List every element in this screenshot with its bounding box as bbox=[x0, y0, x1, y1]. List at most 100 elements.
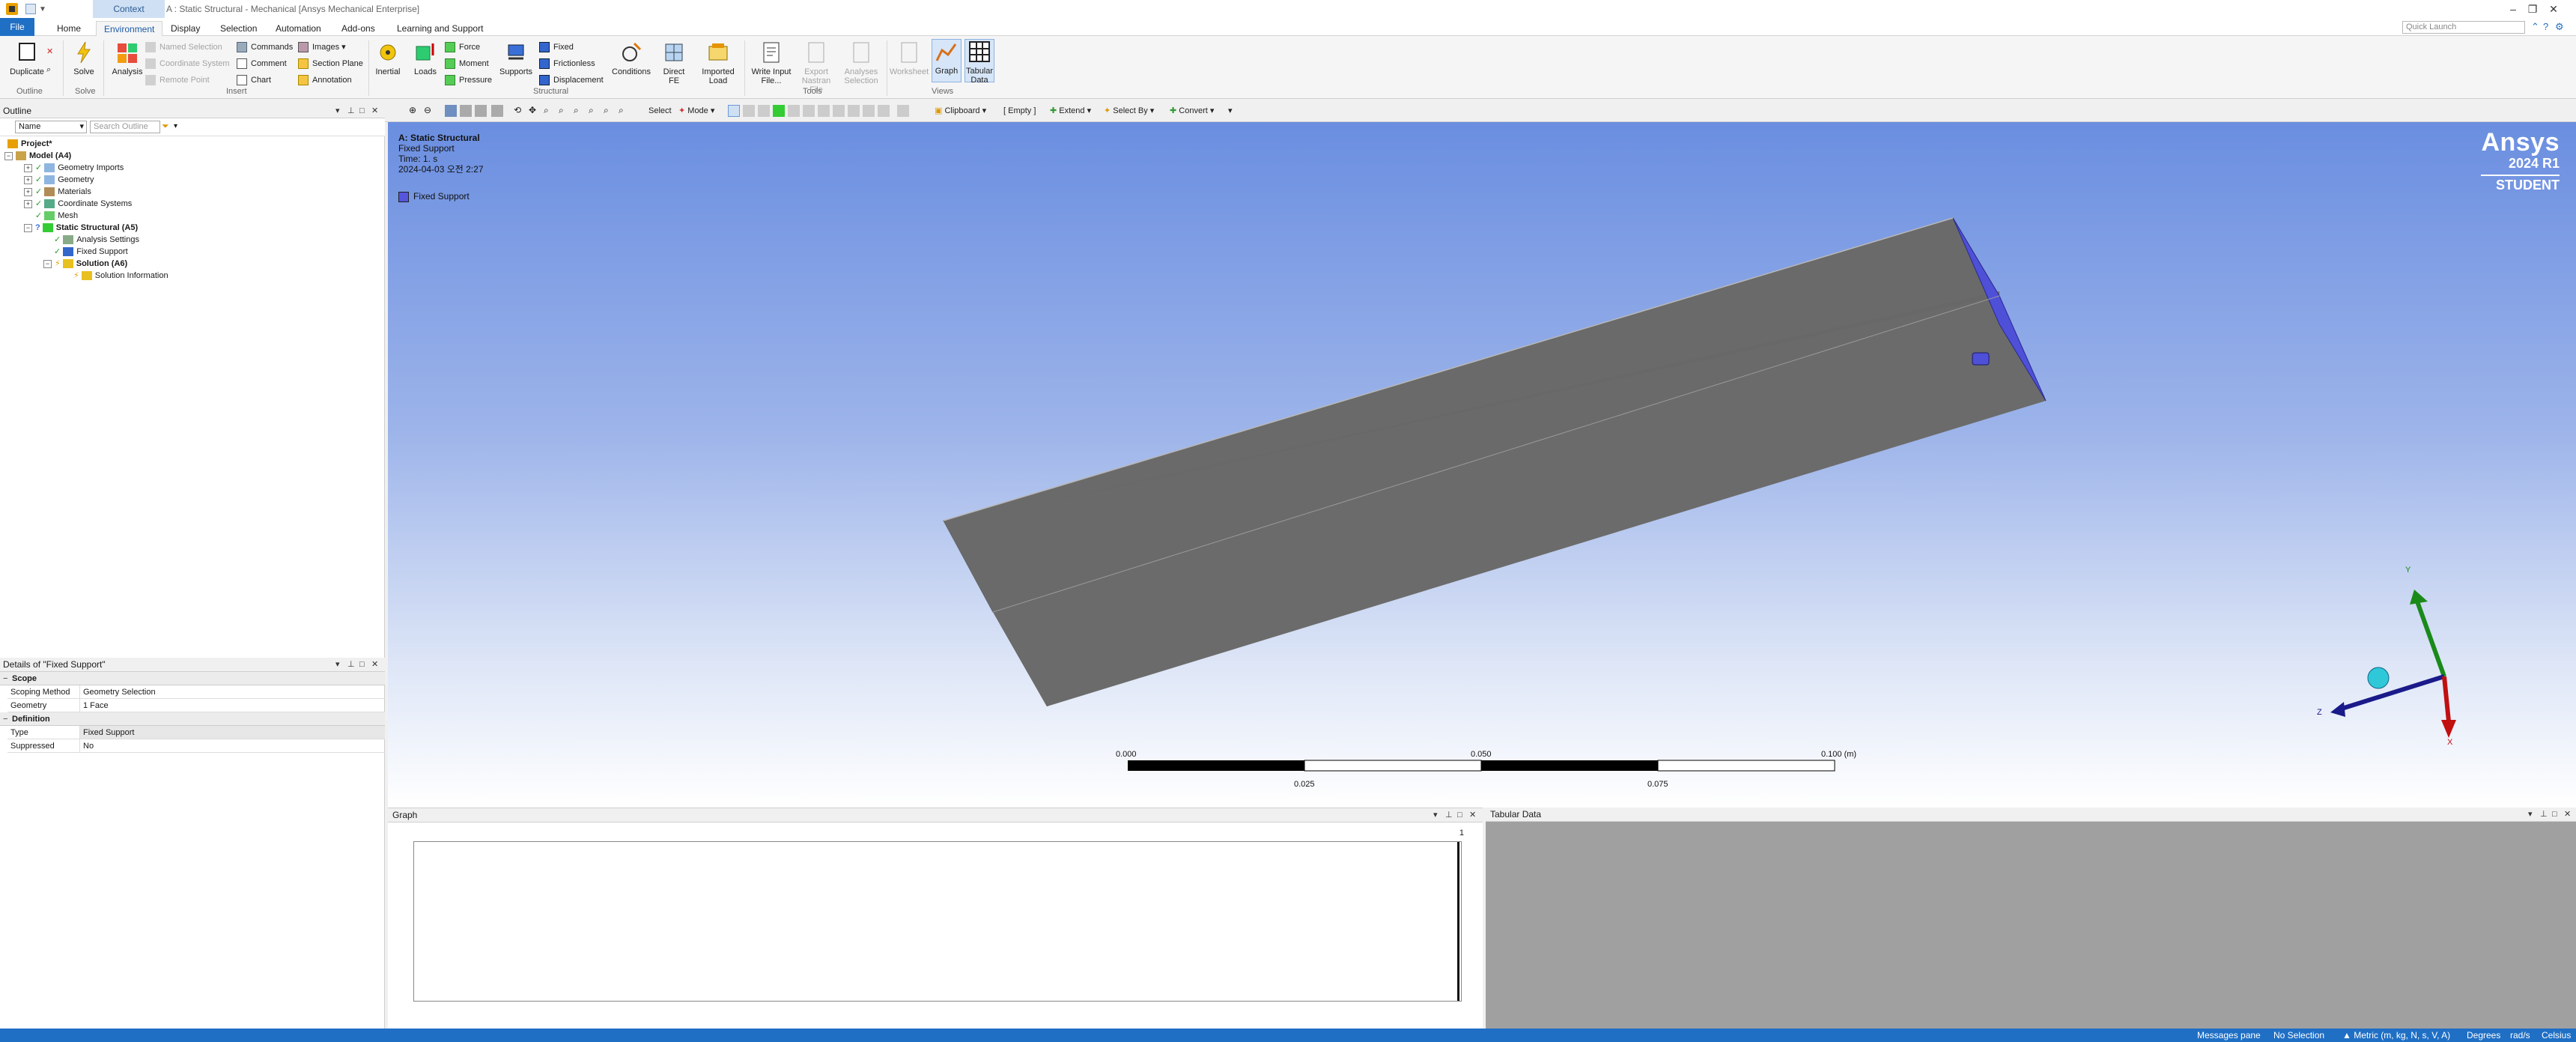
select-by-dropdown[interactable]: ✦ Select By ▾ bbox=[1104, 105, 1154, 117]
zoom-icon[interactable]: ⌕ bbox=[544, 105, 556, 117]
messages-pane-status[interactable]: Messages pane bbox=[2197, 1029, 2261, 1042]
select-element-face-icon[interactable] bbox=[818, 105, 830, 117]
outline-search-input[interactable]: Search Outline bbox=[90, 121, 160, 133]
tree-item-coordinate-systems[interactable]: + ✓ Coordinate Systems bbox=[24, 198, 132, 210]
zoom-fit-icon[interactable]: ⌕ bbox=[574, 105, 586, 117]
tab-environment[interactable]: Environment bbox=[96, 21, 163, 36]
close-icon[interactable]: ✕ bbox=[1469, 808, 1476, 823]
select-mesh-icon[interactable] bbox=[833, 105, 845, 117]
zoom-window-icon[interactable]: ⌕ bbox=[604, 105, 616, 117]
select-element-icon[interactable] bbox=[803, 105, 815, 117]
duplicate-button[interactable]: Duplicate bbox=[4, 40, 49, 76]
chevron-up-icon[interactable]: ⌃ bbox=[2531, 21, 2539, 33]
select-icon[interactable] bbox=[848, 105, 860, 117]
delete-icon[interactable]: ✕ bbox=[46, 45, 53, 58]
magnifier-icon[interactable]: ⌕ bbox=[589, 105, 601, 117]
filter-type-select[interactable]: Name ▾ bbox=[15, 121, 87, 133]
find-icon[interactable]: ⌕ bbox=[46, 63, 51, 76]
rate-units-status[interactable]: rad/s bbox=[2510, 1029, 2530, 1042]
analyses-selection-button[interactable]: Analyses Selection bbox=[839, 40, 884, 85]
pin-icon[interactable]: ⊥ bbox=[2540, 808, 2548, 822]
help-icon[interactable]: ? bbox=[2543, 21, 2548, 32]
coordinate-system-button[interactable]: Coordinate System bbox=[145, 57, 230, 70]
conditions-button[interactable]: Conditions bbox=[608, 40, 654, 76]
pan-icon[interactable]: ✥ bbox=[529, 105, 541, 117]
tab-display[interactable]: Display bbox=[163, 21, 207, 36]
panel-menu-icon[interactable]: ▾ bbox=[335, 104, 340, 118]
filter-icon[interactable]: ⏷ bbox=[162, 121, 169, 132]
view-icon[interactable] bbox=[475, 105, 487, 117]
temperature-units-status[interactable]: Celsius bbox=[2542, 1029, 2571, 1042]
annotation-button[interactable]: Annotation bbox=[298, 73, 352, 87]
supports-button[interactable]: Supports bbox=[497, 40, 535, 76]
settings-icon[interactable]: ⚙ bbox=[2555, 21, 2564, 33]
pin-icon[interactable]: ⊥ bbox=[1445, 808, 1453, 823]
tree-item-analysis-settings[interactable]: ✓ Analysis Settings bbox=[54, 234, 139, 246]
pressure-button[interactable]: Pressure bbox=[445, 73, 492, 87]
loads-button[interactable]: Loads bbox=[410, 40, 440, 76]
solve-button[interactable]: Solve bbox=[67, 40, 100, 76]
convert-dropdown[interactable]: ✚ Convert ▾ bbox=[1170, 105, 1214, 117]
close-icon[interactable]: ✕ bbox=[371, 104, 378, 118]
tabular-data-button[interactable]: Tabular Data bbox=[965, 39, 994, 85]
tree-item-fixed-support[interactable]: ✓ Fixed Support bbox=[54, 246, 128, 258]
force-button[interactable]: Force bbox=[445, 40, 480, 54]
view-icon[interactable] bbox=[491, 105, 503, 117]
tab-learning-and-support[interactable]: Learning and Support bbox=[389, 21, 490, 36]
rotate-icon[interactable]: ⟲ bbox=[514, 105, 526, 117]
filter-dropdown-icon[interactable]: ▾ bbox=[174, 122, 177, 130]
view-icon[interactable] bbox=[445, 105, 457, 117]
definition-section[interactable]: Definition bbox=[0, 712, 385, 726]
select-face-icon[interactable] bbox=[728, 105, 740, 117]
quick-access-icon[interactable] bbox=[25, 4, 36, 14]
remote-point-button[interactable]: Remote Point bbox=[145, 73, 210, 87]
maximize-icon[interactable]: □ bbox=[359, 658, 365, 672]
zoom-out-icon[interactable]: ⊖ bbox=[424, 105, 436, 117]
tree-item-project[interactable]: Project* bbox=[7, 138, 52, 150]
imported-load-button[interactable]: Imported Load bbox=[695, 40, 741, 85]
graphics-viewport[interactable]: A: Static Structural Fixed Support Time:… bbox=[388, 122, 2576, 808]
tree-item-solution-information[interactable]: ⚡ Solution Information bbox=[73, 270, 168, 282]
geometry-row[interactable]: Geometry 1 Face bbox=[7, 699, 385, 712]
maximize-icon[interactable]: □ bbox=[1457, 808, 1462, 823]
fixed-button[interactable]: Fixed bbox=[539, 40, 574, 54]
tree-item-static-structural[interactable]: −? Static Structural (A5) bbox=[24, 222, 138, 234]
scoping-method-row[interactable]: Scoping Method Geometry Selection bbox=[7, 685, 385, 699]
images-button[interactable]: Images ▾ bbox=[298, 40, 346, 54]
select-vertex-icon[interactable] bbox=[758, 105, 770, 117]
pin-icon[interactable]: ⊥ bbox=[347, 658, 355, 672]
toolbar-more-icon[interactable]: ▾ bbox=[1228, 105, 1233, 117]
clipboard-dropdown[interactable]: ▣ Clipboard ▾ bbox=[935, 105, 986, 117]
select-icon[interactable] bbox=[897, 105, 909, 117]
tab-file[interactable]: File bbox=[0, 18, 34, 36]
named-selection-button[interactable]: Named Selection bbox=[145, 40, 222, 54]
box-zoom-icon[interactable]: ⌕ bbox=[559, 105, 571, 117]
select-edge-icon[interactable] bbox=[743, 105, 755, 117]
analysis-button[interactable]: Analysis bbox=[108, 40, 147, 76]
scope-section[interactable]: Scope bbox=[0, 672, 385, 685]
context-tab[interactable]: Context bbox=[93, 0, 165, 18]
worksheet-button[interactable]: Worksheet bbox=[888, 40, 930, 76]
select-icon[interactable] bbox=[863, 105, 875, 117]
view-icon[interactable] bbox=[460, 105, 472, 117]
select-node-icon[interactable] bbox=[788, 105, 800, 117]
select-icon[interactable] bbox=[878, 105, 890, 117]
close-icon[interactable]: ✕ bbox=[371, 658, 378, 672]
panel-menu-icon[interactable]: ▾ bbox=[2528, 808, 2533, 822]
comment-button[interactable]: Comment bbox=[237, 57, 287, 70]
commands-button[interactable]: Commands bbox=[237, 40, 293, 54]
close-icon[interactable]: ✕ bbox=[2564, 808, 2571, 822]
select-body-icon[interactable] bbox=[773, 105, 785, 117]
tree-item-geometry[interactable]: + ✓ Geometry bbox=[24, 174, 94, 186]
maximize-icon[interactable]: □ bbox=[359, 104, 365, 118]
coordinate-triad[interactable] bbox=[388, 122, 2576, 808]
tab-selection[interactable]: Selection bbox=[213, 21, 264, 36]
pin-icon[interactable]: ⊥ bbox=[347, 104, 355, 118]
graph-view-button[interactable]: Graph bbox=[932, 39, 962, 82]
mode-dropdown[interactable]: ✦ Mode ▾ bbox=[678, 105, 714, 117]
quick-launch-input[interactable]: Quick Launch bbox=[2402, 21, 2525, 34]
inertial-button[interactable]: Inertial bbox=[373, 40, 403, 76]
angle-units-status[interactable]: Degrees bbox=[2467, 1029, 2500, 1042]
panel-menu-icon[interactable]: ▾ bbox=[335, 658, 340, 672]
write-input-file-button[interactable]: Write Input File... bbox=[747, 40, 795, 85]
